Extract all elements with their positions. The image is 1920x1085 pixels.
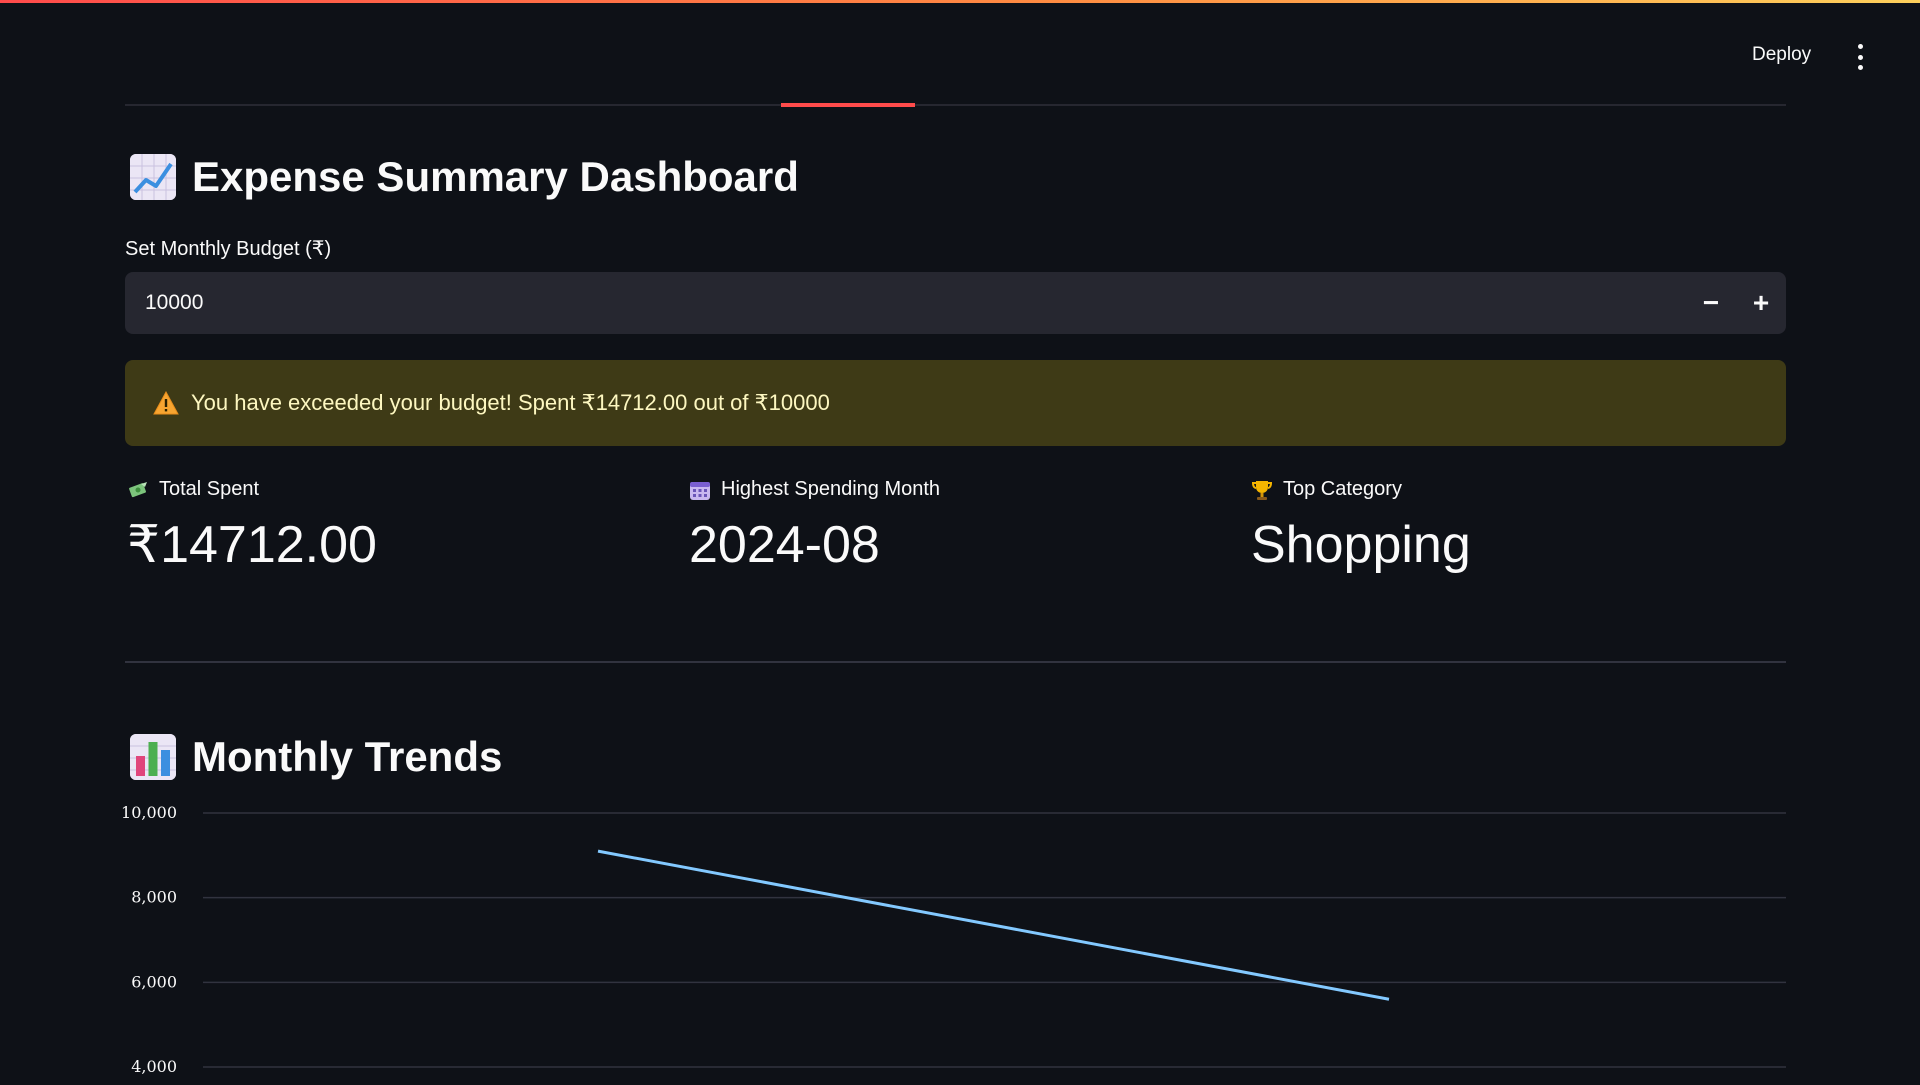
metric-highest-month: Highest Spending Month 2024-08 xyxy=(689,478,940,575)
y-tick-label: 4,000 xyxy=(131,1057,177,1076)
series-line[interactable] xyxy=(597,849,1390,1001)
bar-chart-icon xyxy=(130,734,176,780)
metric-label: Total Spent xyxy=(159,478,260,500)
chart-increasing-icon xyxy=(130,154,176,200)
top-accent-bar xyxy=(0,0,1920,3)
metric-top-category: Top Category Shopping xyxy=(1251,478,1471,575)
section-title: Monthly Trends xyxy=(192,733,503,780)
main-menu-icon[interactable] xyxy=(1850,44,1870,70)
trends-heading: Monthly Trends xyxy=(130,733,502,781)
budget-label: Set Monthly Budget (₹) xyxy=(125,238,332,260)
y-tick-label: 8,000 xyxy=(131,888,177,907)
increment-button[interactable]: + xyxy=(1736,272,1786,334)
y-tick-label: 10,000 xyxy=(121,803,177,822)
active-tab-indicator[interactable] xyxy=(781,103,915,107)
dashboard-heading: Expense Summary Dashboard xyxy=(130,153,799,201)
tab-bar xyxy=(125,104,1786,106)
budget-input[interactable] xyxy=(125,290,1686,316)
metric-label: Highest Spending Month xyxy=(721,478,941,500)
trophy-icon xyxy=(1251,480,1273,500)
alert-text: You have exceeded your budget! Spent ₹14… xyxy=(191,390,830,415)
page-title: Expense Summary Dashboard xyxy=(192,153,799,200)
metric-label: Top Category xyxy=(1283,478,1402,500)
line-chart-svg: 10,000 8,000 6,000 4,000 xyxy=(121,803,1786,1076)
calendar-icon xyxy=(690,481,710,500)
section-divider xyxy=(125,661,1786,663)
metric-value: Shopping xyxy=(1251,516,1471,574)
metric-value: 2024-08 xyxy=(689,516,880,574)
decrement-button[interactable]: − xyxy=(1686,272,1736,334)
monthly-trends-chart[interactable]: 10,000 8,000 6,000 4,000 xyxy=(115,800,1795,1080)
metric-value: ₹14712.00 xyxy=(127,516,377,574)
metric-total-spent: Total Spent ₹14712.00 xyxy=(127,478,377,575)
budget-input-container: − + xyxy=(125,272,1786,334)
money-icon xyxy=(129,481,147,497)
deploy-button[interactable]: Deploy xyxy=(1752,44,1811,66)
budget-warning-alert: You have exceeded your budget! Spent ₹14… xyxy=(125,360,1786,446)
warning-icon xyxy=(153,391,179,415)
y-tick-label: 6,000 xyxy=(131,972,177,991)
